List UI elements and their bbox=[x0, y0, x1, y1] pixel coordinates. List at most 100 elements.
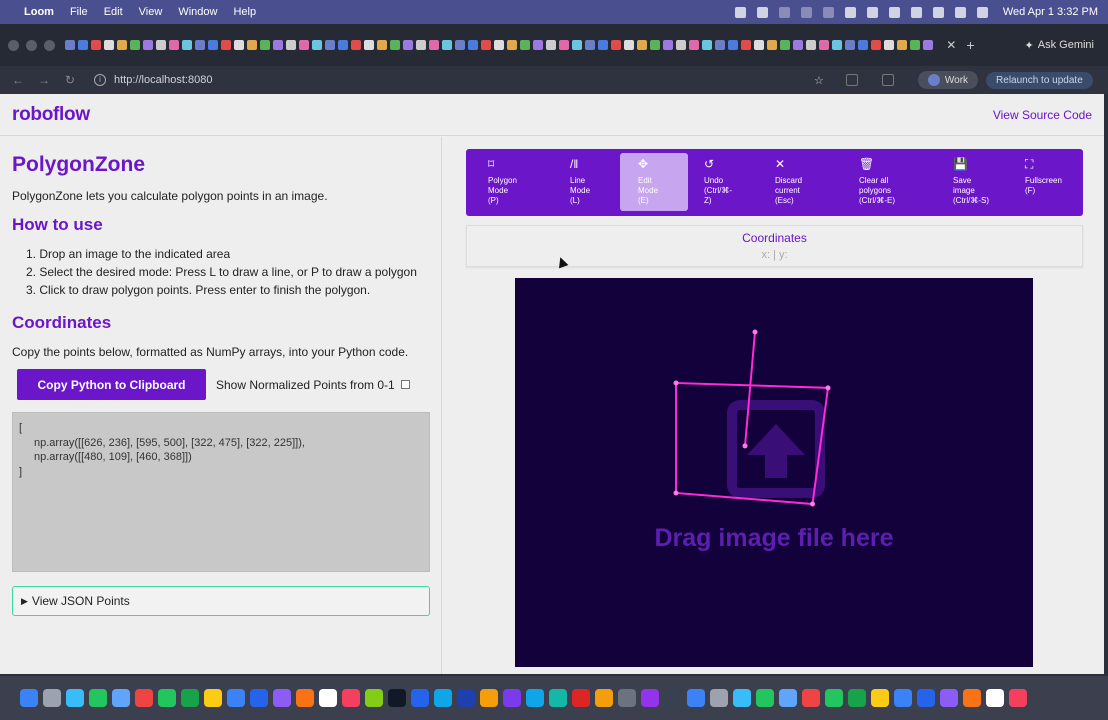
dock-app-icon[interactable] bbox=[710, 689, 728, 707]
dock-app-icon[interactable] bbox=[572, 689, 590, 707]
tab-favicon-icon[interactable] bbox=[312, 40, 322, 50]
tab-favicon-icon[interactable] bbox=[260, 40, 270, 50]
tab-favicon-icon[interactable] bbox=[546, 40, 556, 50]
tab-favicon-icon[interactable] bbox=[143, 40, 153, 50]
site-info-icon[interactable]: i bbox=[94, 74, 106, 86]
forward-icon[interactable]: → bbox=[36, 73, 52, 87]
dock-app-icon[interactable] bbox=[641, 689, 659, 707]
dock-app-icon[interactable] bbox=[503, 689, 521, 707]
dock-app-icon[interactable] bbox=[319, 689, 337, 707]
dock-app-icon[interactable] bbox=[204, 689, 222, 707]
close-tab-icon[interactable]: ✕ bbox=[946, 38, 956, 52]
dock-app-icon[interactable] bbox=[112, 689, 130, 707]
tray-icon[interactable] bbox=[756, 6, 768, 18]
dock-app-icon[interactable] bbox=[963, 689, 981, 707]
dock-app-icon[interactable] bbox=[365, 689, 383, 707]
vertex-handle[interactable] bbox=[810, 501, 815, 507]
mode-button-trash[interactable]: 🗑 Clear all polygons (Ctrl/⌘-E) bbox=[859, 153, 935, 211]
tab-favicon-icon[interactable] bbox=[663, 40, 673, 50]
menu-view[interactable]: View bbox=[139, 6, 163, 18]
tab-favicon-icon[interactable] bbox=[832, 40, 842, 50]
zone-line[interactable] bbox=[744, 331, 756, 447]
play-icon[interactable] bbox=[888, 6, 900, 18]
tab-favicon-icon[interactable] bbox=[156, 40, 166, 50]
dock-app-icon[interactable] bbox=[894, 689, 912, 707]
menu-app-name[interactable]: Loom bbox=[24, 6, 54, 18]
url-text[interactable]: http://localhost:8080 bbox=[114, 74, 212, 86]
address-bar[interactable]: i http://localhost:8080 bbox=[94, 70, 814, 90]
menu-file[interactable]: File bbox=[70, 6, 88, 18]
dock-app-icon[interactable] bbox=[526, 689, 544, 707]
tab-favicon-icon[interactable] bbox=[390, 40, 400, 50]
tab-favicon-icon[interactable] bbox=[442, 40, 452, 50]
dock-app-icon[interactable] bbox=[595, 689, 613, 707]
dock-app-icon[interactable] bbox=[779, 689, 797, 707]
tab-favicon-icon[interactable] bbox=[429, 40, 439, 50]
dock-app-icon[interactable] bbox=[618, 689, 636, 707]
mode-button-close[interactable]: ✕ Discard current (Esc) bbox=[775, 153, 841, 211]
vertex-handle[interactable] bbox=[673, 380, 679, 386]
dock-app-icon[interactable] bbox=[986, 689, 1004, 707]
dock-app-icon[interactable] bbox=[733, 689, 751, 707]
dock-app-icon[interactable] bbox=[273, 689, 291, 707]
dock-app-icon[interactable] bbox=[756, 689, 774, 707]
tab-favicon-icon[interactable] bbox=[559, 40, 569, 50]
tab-favicon-icon[interactable] bbox=[416, 40, 426, 50]
dock-app-icon[interactable] bbox=[687, 689, 705, 707]
dock-app-icon[interactable] bbox=[296, 689, 314, 707]
tab-favicon-icon[interactable] bbox=[715, 40, 725, 50]
tab-favicon-icon[interactable] bbox=[377, 40, 387, 50]
dock-app-icon[interactable] bbox=[181, 689, 199, 707]
tab-favicon-icon[interactable] bbox=[195, 40, 205, 50]
tab-favicon-icon[interactable] bbox=[78, 40, 88, 50]
tab-favicon-icon[interactable] bbox=[689, 40, 699, 50]
tab-favicon-icon[interactable] bbox=[767, 40, 777, 50]
back-icon[interactable]: ← bbox=[10, 73, 26, 87]
menu-clock[interactable]: Wed Apr 1 3:32 PM bbox=[1003, 6, 1098, 18]
copy-python-button[interactable]: Copy Python to Clipboard bbox=[17, 369, 206, 400]
tab-favicon-icon[interactable] bbox=[182, 40, 192, 50]
profile-chip[interactable]: Work bbox=[917, 71, 979, 89]
dock-app-icon[interactable] bbox=[917, 689, 935, 707]
tab-favicon-icon[interactable] bbox=[117, 40, 127, 50]
tab-favicon-icon[interactable] bbox=[845, 40, 855, 50]
relaunch-button[interactable]: Relaunch to update bbox=[986, 71, 1093, 89]
tab-favicon-icon[interactable] bbox=[650, 40, 660, 50]
dock-app-icon[interactable] bbox=[388, 689, 406, 707]
vertex-handle[interactable] bbox=[752, 329, 758, 335]
tab-favicon-icon[interactable] bbox=[273, 40, 283, 50]
tab-favicon-icon[interactable] bbox=[806, 40, 816, 50]
tab-favicon-icon[interactable] bbox=[741, 40, 751, 50]
dock-app-icon[interactable] bbox=[549, 689, 567, 707]
tab-favicon-icon[interactable] bbox=[247, 40, 257, 50]
dock-app-icon[interactable] bbox=[43, 689, 61, 707]
tab-favicon-icon[interactable] bbox=[793, 40, 803, 50]
bookmark-star-icon[interactable]: ☆ bbox=[814, 74, 824, 87]
tab-favicon-icon[interactable] bbox=[520, 40, 530, 50]
tab-favicon-icon[interactable] bbox=[221, 40, 231, 50]
tab-favicon-icon[interactable] bbox=[507, 40, 517, 50]
vertex-handle[interactable] bbox=[742, 443, 748, 449]
code-output[interactable]: [ np.array([[626, 236], [595, 500], [322… bbox=[12, 412, 430, 572]
tab-favicon-icon[interactable] bbox=[403, 40, 413, 50]
tab-favicon-icon[interactable] bbox=[611, 40, 621, 50]
tab-favicon-icon[interactable] bbox=[598, 40, 608, 50]
tab-favicon-icon[interactable] bbox=[91, 40, 101, 50]
ask-gemini-button[interactable]: ✦ Ask Gemini bbox=[1025, 39, 1094, 52]
menu-help[interactable]: Help bbox=[233, 6, 256, 18]
new-tab-icon[interactable]: + bbox=[966, 37, 974, 53]
dock-app-icon[interactable] bbox=[66, 689, 84, 707]
dock-app-icon[interactable] bbox=[664, 689, 682, 707]
tab-favicon-icon[interactable] bbox=[702, 40, 712, 50]
side-panel-icon[interactable] bbox=[881, 74, 894, 86]
close-window-icon[interactable] bbox=[8, 39, 19, 51]
tray-icon[interactable] bbox=[822, 6, 834, 18]
tab-favicon-icon[interactable] bbox=[676, 40, 686, 50]
tab-favicon-icon[interactable] bbox=[780, 40, 790, 50]
tab-favicon-icon[interactable] bbox=[351, 40, 361, 50]
tab-favicon-icon[interactable] bbox=[533, 40, 543, 50]
mode-button-move[interactable]: ✥ Edit Mode (E) bbox=[620, 153, 688, 211]
dock-app-icon[interactable] bbox=[158, 689, 176, 707]
tab-favicon-icon[interactable] bbox=[494, 40, 504, 50]
dock-app-icon[interactable] bbox=[940, 689, 958, 707]
